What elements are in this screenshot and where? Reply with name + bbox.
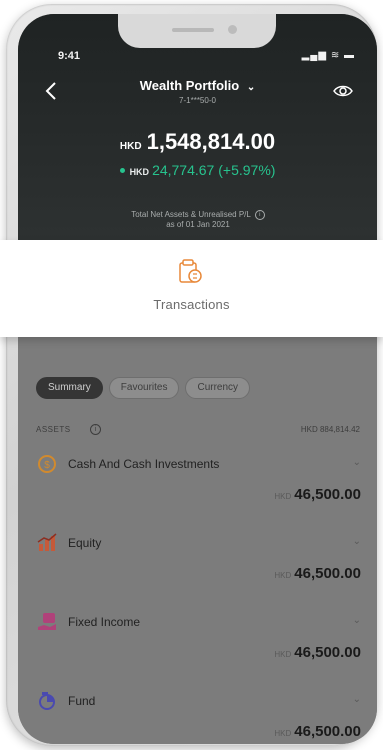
asset-currency: HKD: [274, 650, 292, 659]
portfolio-content: Summary Favourites Currency ASSETS i HKD 8…: [18, 341, 377, 744]
unrealised-pl: HKD 24,774.67 (+5.97%): [18, 162, 377, 180]
status-time: 9:41: [58, 50, 81, 62]
asset-name: Equity: [68, 536, 102, 550]
chevron-down-icon: ⌄: [352, 536, 361, 547]
chevron-down-icon: ⌄: [352, 694, 361, 705]
summary-note: Total Net Assets & Unrealised P/L i as o…: [78, 210, 318, 230]
chevron-down-icon: ⌄: [352, 457, 361, 468]
asset-amount: 46,500.00: [294, 723, 361, 740]
tab-favourites[interactable]: Favourites: [108, 377, 180, 399]
total-assets: HKD 1,548,814.00: [18, 129, 377, 155]
asset-amount: 46,500.00: [294, 644, 361, 661]
transactions-icon: [179, 259, 202, 283]
transactions-button[interactable]: Transactions: [0, 240, 383, 337]
front-camera: [228, 25, 237, 34]
summary-note-label: Total Net Assets & Unrealised P/L: [131, 210, 251, 220]
assets-label: ASSETS: [36, 425, 71, 434]
asset-row-fund[interactable]: Fund ⌄ HKD 46,500.00: [18, 690, 377, 744]
portfolio-selector[interactable]: Wealth Portfolio ⌄: [18, 78, 377, 93]
asset-row-cash[interactable]: $ Cash And Cash Investments ⌄ HKD 46,500.…: [18, 453, 377, 533]
asset-currency: HKD: [274, 729, 292, 738]
tab-summary[interactable]: Summary: [36, 377, 103, 399]
fund-icon: [39, 692, 55, 710]
portfolio-title: Wealth Portfolio: [139, 78, 240, 93]
asset-row-fixed-income[interactable]: Fixed Income ⌄ HKD 46,500.00: [18, 611, 377, 691]
tab-currency[interactable]: Currency: [185, 377, 251, 399]
asset-value: HKD 46,500.00: [274, 644, 361, 662]
asset-value: HKD 46,500.00: [274, 565, 361, 583]
asset-name: Fixed Income: [68, 615, 141, 629]
info-icon[interactable]: i: [90, 424, 101, 435]
phone-notch: [118, 14, 276, 48]
equity-chart-icon: [37, 533, 57, 551]
gain-amount: 24,774.67 (+5.97%): [152, 162, 276, 178]
coin-icon: $: [38, 455, 56, 473]
fixed-income-icon: [38, 613, 56, 630]
assets-header: ASSETS i HKD 884,814.42: [36, 424, 360, 439]
phone-screen: 9:41 ▂▄▆ ≋ ▬ Wealth Portfolio ⌄ 7-1***50…: [18, 14, 377, 744]
asset-currency: HKD: [274, 571, 292, 580]
total-amount: 1,548,814.00: [146, 129, 276, 154]
account-number: 7-1***50-0: [179, 96, 216, 105]
speaker-grille: [172, 28, 214, 32]
gain-indicator-dot: [119, 168, 125, 174]
asset-currency: HKD: [274, 492, 292, 501]
asset-value: HKD 46,500.00: [274, 486, 361, 504]
gain-currency: HKD: [129, 167, 150, 177]
phone-frame: 9:41 ▂▄▆ ≋ ▬ Wealth Portfolio ⌄ 7-1***50…: [6, 4, 377, 746]
asset-value: HKD 46,500.00: [274, 723, 361, 741]
asset-name: Fund: [68, 694, 96, 708]
assets-total: HKD 884,814.42: [300, 425, 360, 434]
asset-row-equity[interactable]: Equity ⌄ HKD 46,500.00: [18, 532, 377, 612]
info-icon[interactable]: i: [254, 210, 265, 220]
portfolio-header: 9:41 ▂▄▆ ≋ ▬ Wealth Portfolio ⌄ 7-1***50…: [18, 14, 377, 253]
screenshot-frame: 9:41 ▂▄▆ ≋ ▬ Wealth Portfolio ⌄ 7-1***50…: [0, 0, 383, 750]
chevron-down-icon: ⌄: [246, 82, 256, 93]
asset-amount: 46,500.00: [294, 565, 361, 582]
chevron-down-icon: ⌄: [352, 615, 361, 626]
transactions-label: Transactions: [153, 297, 230, 312]
status-icons: ▂▄▆ ≋ ▬: [301, 50, 355, 61]
total-currency: HKD: [119, 141, 142, 152]
tab-bar: Summary Favourites Currency: [36, 377, 256, 399]
eye-icon[interactable]: [333, 84, 353, 98]
asset-name: Cash And Cash Investments: [68, 457, 220, 471]
svg-text:$: $: [44, 460, 50, 471]
asset-amount: 46,500.00: [294, 486, 361, 503]
summary-note-date: as of 01 Jan 2021: [166, 220, 230, 230]
